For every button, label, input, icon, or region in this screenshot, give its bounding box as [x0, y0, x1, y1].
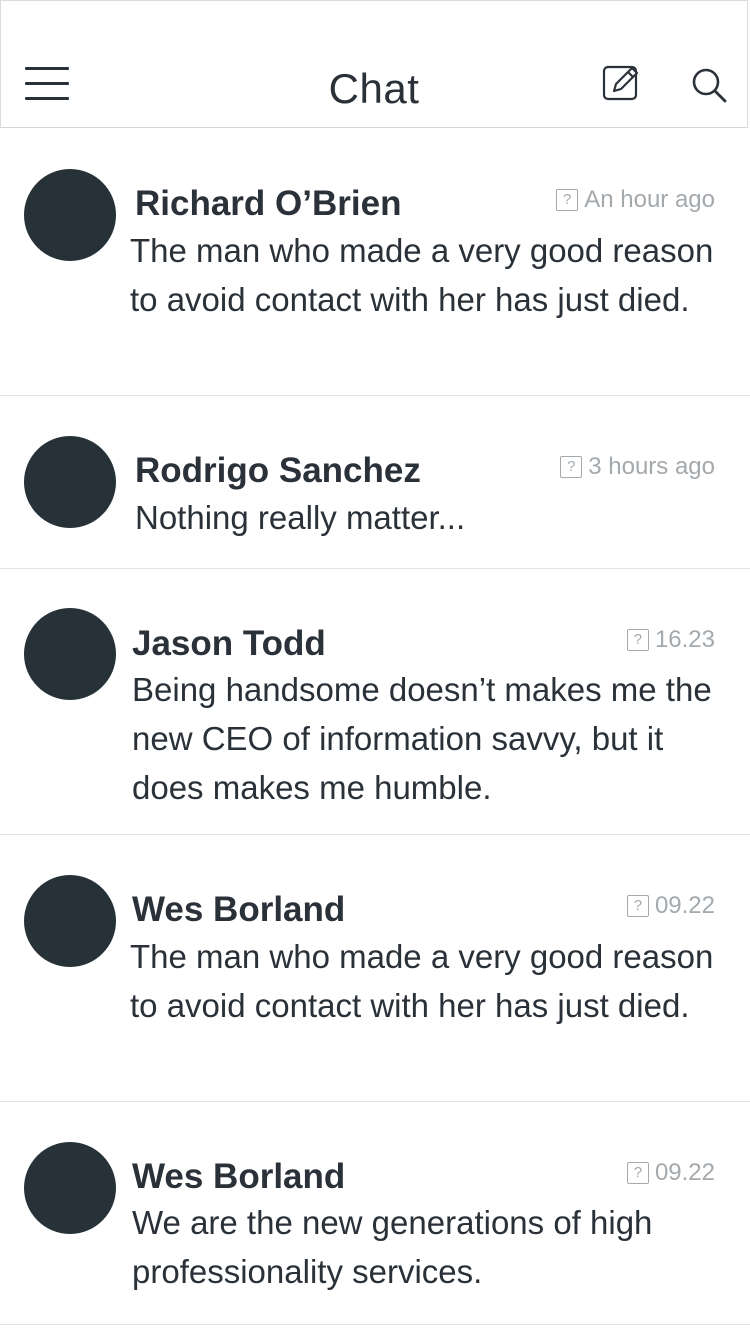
- avatar: [24, 608, 116, 700]
- contact-name: Rodrigo Sanchez: [135, 451, 421, 490]
- contact-name: Wes Borland: [132, 890, 346, 929]
- chat-list-item[interactable]: Wes Borland ? 09.22 We are the new gener…: [0, 1102, 750, 1325]
- timestamp: ? 3 hours ago: [560, 453, 715, 481]
- search-icon[interactable]: [689, 65, 729, 105]
- clock-icon: ?: [556, 189, 579, 211]
- timestamp-label: 16.23: [654, 626, 715, 653]
- clock-icon: ?: [560, 456, 583, 478]
- contact-name: Jason Todd: [132, 624, 326, 663]
- message-preview: Being handsome doesn’t makes me the new …: [132, 671, 712, 806]
- timestamp-label: 09.22: [654, 1159, 715, 1186]
- app-header: Chat: [0, 0, 748, 128]
- clock-icon: ?: [626, 1162, 649, 1184]
- avatar: [24, 436, 116, 528]
- avatar: [24, 1142, 116, 1234]
- timestamp-label: 3 hours ago: [588, 453, 715, 480]
- compose-edit-icon[interactable]: [602, 63, 642, 103]
- chat-list-item[interactable]: Jason Todd ? 16.23 Being handsome doesn’…: [0, 569, 750, 835]
- clock-icon: ?: [626, 629, 649, 651]
- contact-name: Wes Borland: [132, 1157, 346, 1196]
- avatar: [24, 169, 116, 261]
- message-preview: We are the new generations of high profe…: [132, 1204, 653, 1290]
- timestamp: ? 09.22: [626, 892, 715, 920]
- message-preview: The man who made a very good reason to a…: [130, 232, 714, 318]
- timestamp-label: 09.22: [654, 892, 715, 919]
- chat-list-item[interactable]: Wes Borland ? 09.22 The man who made a v…: [0, 835, 750, 1102]
- avatar: [24, 875, 116, 967]
- timestamp-label: An hour ago: [584, 186, 715, 213]
- timestamp: ? 09.22: [626, 1159, 715, 1187]
- chat-list-item[interactable]: Richard O’Brien ? An hour ago The man wh…: [0, 128, 750, 396]
- message-preview: The man who made a very good reason to a…: [130, 938, 714, 1024]
- chat-list-item[interactable]: Rodrigo Sanchez ? 3 hours ago Nothing re…: [0, 396, 750, 569]
- timestamp: ? 16.23: [626, 626, 715, 654]
- message-preview: Nothing really matter...: [135, 499, 466, 536]
- clock-icon: ?: [626, 895, 649, 917]
- contact-name: Richard O’Brien: [135, 184, 402, 223]
- timestamp: ? An hour ago: [556, 186, 715, 214]
